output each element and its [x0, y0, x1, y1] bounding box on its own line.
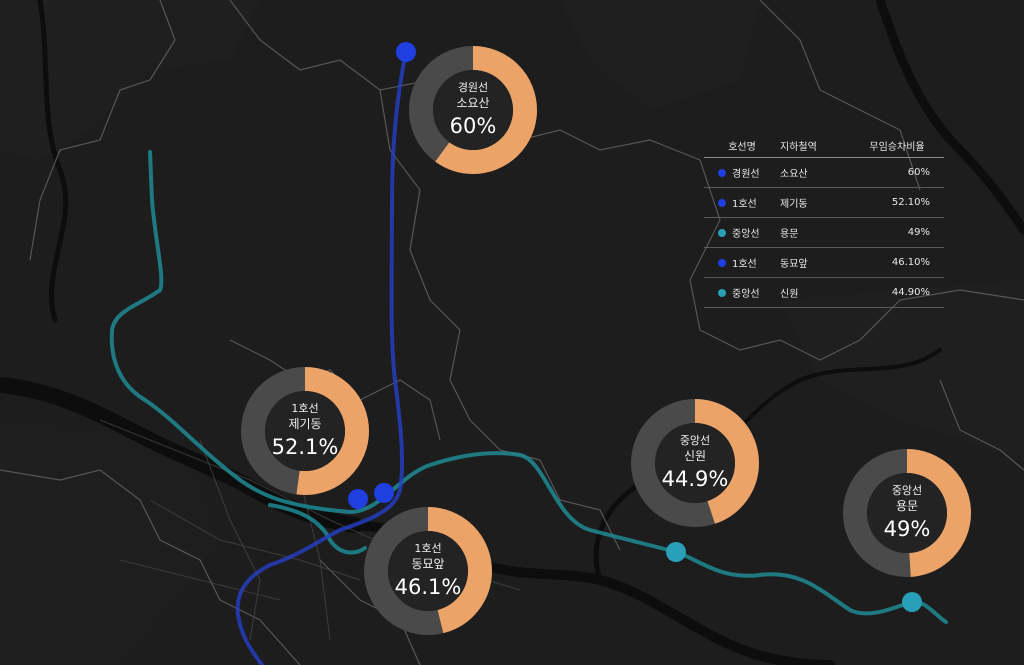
- table-header: 호선명 지하철역 무임승차비율: [704, 133, 944, 158]
- donut-soyosan[interactable]: 경원선 소요산 60%: [407, 44, 539, 176]
- header-ratio: 무임승차비율: [869, 141, 925, 153]
- row-line: 중앙선: [732, 289, 760, 300]
- donut-station-label: 소요산: [456, 96, 490, 110]
- donut-line-label: 중앙선: [679, 434, 711, 447]
- donut-station-label: 동묘앞: [411, 557, 445, 571]
- row-station: 동묘앞: [780, 259, 808, 270]
- station-marker-yongmun: [902, 592, 922, 612]
- donut-station-label: 신원: [683, 449, 707, 463]
- row-station: 소요산: [780, 169, 808, 180]
- row-line: 중앙선: [732, 229, 760, 240]
- line-color-dot: [718, 228, 726, 237]
- header-line: 호선명: [728, 141, 756, 153]
- row-line: 경원선: [732, 169, 760, 180]
- donut-dongmyo[interactable]: 1호선 동묘앞 46.1%: [362, 505, 494, 637]
- station-marker-sinwon: [666, 542, 686, 562]
- table-row[interactable]: 중앙선 신원 44.90%: [704, 278, 944, 308]
- table-row[interactable]: 1호선 제기동 52.10%: [704, 188, 944, 218]
- table-row[interactable]: 경원선 소요산 60%: [704, 158, 944, 188]
- donut-line-label: 1호선: [291, 402, 319, 415]
- row-ratio: 44.90%: [891, 287, 930, 298]
- row-ratio: 60%: [907, 167, 930, 178]
- donut-line-label: 경원선: [457, 81, 489, 94]
- donut-sinwon[interactable]: 중앙선 신원 44.9%: [629, 397, 761, 529]
- donut-percent: 60%: [449, 114, 497, 138]
- table-row[interactable]: 1호선 동묘앞 46.10%: [704, 248, 944, 278]
- line-color-dot: [718, 198, 726, 207]
- donut-percent: 52.1%: [271, 435, 339, 459]
- donut-station-label: 제기동: [288, 417, 322, 431]
- donut-percent: 44.9%: [661, 467, 729, 491]
- header-station: 지하철역: [780, 141, 817, 153]
- line-color-dot: [718, 288, 726, 297]
- line-color-dot: [718, 258, 726, 267]
- donut-percent: 49%: [883, 517, 931, 541]
- donut-line-label: 1호선: [414, 542, 442, 555]
- row-line: 1호선: [732, 259, 757, 270]
- row-line: 1호선: [732, 199, 757, 210]
- row-ratio: 49%: [907, 227, 930, 238]
- row-station: 제기동: [780, 199, 808, 210]
- row-station: 신원: [780, 289, 799, 300]
- donut-yongmun[interactable]: 중앙선 용문 49%: [841, 447, 973, 579]
- row-station: 용문: [780, 229, 799, 240]
- ratio-table: 호선명 지하철역 무임승차비율 경원선 소요산 60% 1호선 제기동 52.1…: [704, 133, 944, 308]
- donut-station-label: 용문: [895, 499, 919, 513]
- donut-percent: 46.1%: [394, 575, 462, 599]
- row-ratio: 52.10%: [891, 197, 930, 208]
- row-ratio: 46.10%: [891, 257, 930, 268]
- donut-jegi[interactable]: 1호선 제기동 52.1%: [239, 365, 371, 497]
- line-color-dot: [718, 168, 726, 177]
- station-marker-dongmyo: [374, 483, 394, 503]
- donut-line-label: 중앙선: [891, 484, 923, 497]
- table-row[interactable]: 중앙선 용문 49%: [704, 218, 944, 248]
